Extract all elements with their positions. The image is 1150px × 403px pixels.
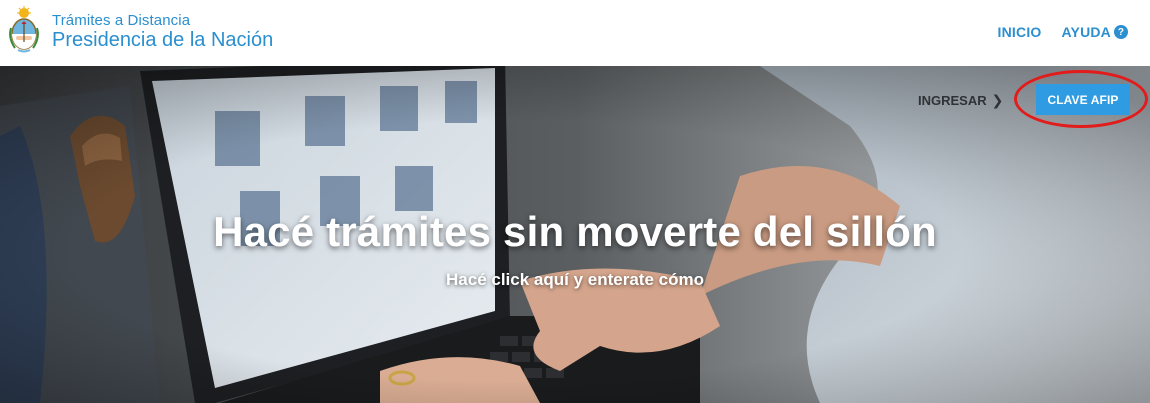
site-header: Trámites a Distancia Presidencia de la N… (0, 0, 1150, 66)
chevron-right-icon: ❯ (991, 92, 1004, 108)
ingresar-link[interactable]: INGRESAR ❯ (918, 92, 1003, 109)
argentina-coat-of-arms-icon (9, 6, 39, 53)
hero-subtitle-link[interactable]: Hacé click aquí y enterate cómo (0, 270, 1150, 290)
brand-logo[interactable]: Trámites a Distancia Presidencia de la N… (6, 6, 273, 54)
ingresar-label: INGRESAR (918, 93, 987, 108)
nav-link-ayuda[interactable]: AYUDA ? (1061, 24, 1128, 40)
hero-banner[interactable]: INGRESAR ❯ CLAVE AFIP Hacé trámites sin … (0, 66, 1150, 403)
brand-text: Trámites a Distancia Presidencia de la N… (52, 11, 273, 50)
brand-title: Presidencia de la Nación (52, 28, 274, 51)
hero-title[interactable]: Hacé trámites sin moverte del sillón (0, 208, 1150, 256)
question-circle-icon: ? (1114, 25, 1128, 39)
brand-subtitle: Trámites a Distancia (52, 11, 191, 29)
top-navigation: INICIO AYUDA ? (998, 24, 1128, 40)
nav-link-ayuda-label: AYUDA (1061, 24, 1111, 40)
nav-link-inicio[interactable]: INICIO (998, 24, 1042, 40)
clave-afip-button[interactable]: CLAVE AFIP (1036, 84, 1130, 115)
